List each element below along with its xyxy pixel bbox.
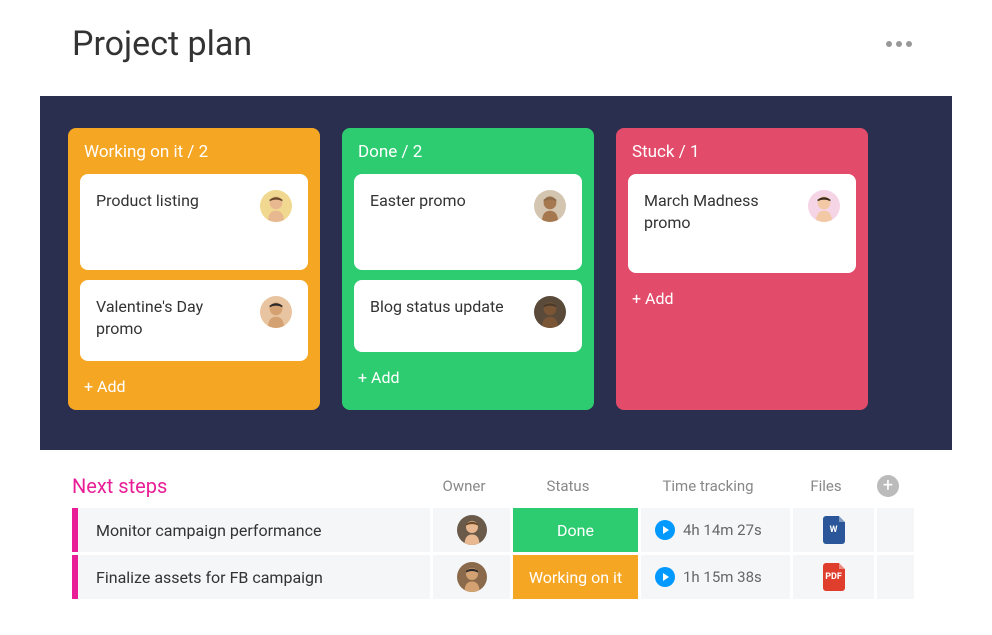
cell-files[interactable]: W: [793, 508, 874, 552]
avatar[interactable]: [260, 190, 292, 222]
table-header-row: Next steps Owner Status Time tracking Fi…: [72, 474, 948, 498]
card-title: Blog status update: [370, 296, 522, 318]
avatar: [457, 515, 487, 545]
avatar[interactable]: [260, 296, 292, 328]
cell-empty: [877, 555, 914, 599]
column-header-add: +: [868, 475, 908, 497]
pdf-file-icon: PDF: [823, 563, 845, 591]
cell-empty: [877, 508, 914, 552]
more-menu-button[interactable]: [878, 33, 920, 55]
avatar[interactable]: [808, 190, 840, 222]
play-icon[interactable]: [655, 567, 675, 587]
more-icon: [896, 41, 902, 47]
card-title: March Madness promo: [644, 190, 796, 233]
column-header[interactable]: Done / 2: [354, 142, 582, 164]
word-file-icon: W: [823, 516, 845, 544]
page-title: Project plan: [72, 24, 252, 64]
card-title: Valentine's Day promo: [96, 296, 248, 339]
kanban-column-yellow: Working on it / 2 Product listing Valenti…: [68, 128, 320, 410]
kanban-column-red: Stuck / 1 March Madness promo + Add: [616, 128, 868, 410]
cell-status[interactable]: Done: [513, 508, 638, 552]
column-header-files[interactable]: Files: [784, 477, 868, 495]
add-card-button[interactable]: + Add: [80, 371, 308, 398]
row-name[interactable]: Monitor campaign performance: [78, 508, 430, 552]
kanban-card[interactable]: Valentine's Day promo: [80, 280, 308, 361]
cell-files[interactable]: PDF: [793, 555, 874, 599]
column-header-status[interactable]: Status: [504, 477, 632, 495]
kanban-card[interactable]: March Madness promo: [628, 174, 856, 273]
more-icon: [886, 41, 892, 47]
column-header-owner[interactable]: Owner: [424, 477, 504, 495]
time-value: 1h 15m 38s: [683, 568, 762, 586]
avatar: [457, 562, 487, 592]
play-icon[interactable]: [655, 520, 675, 540]
table-row[interactable]: Monitor campaign performance Done 4h 14m …: [72, 508, 948, 552]
cell-owner[interactable]: [433, 508, 510, 552]
next-steps-table: Next steps Owner Status Time tracking Fi…: [0, 450, 992, 599]
cell-status[interactable]: Working on it: [513, 555, 638, 599]
cell-time-tracking[interactable]: 4h 14m 27s: [641, 508, 790, 552]
time-value: 4h 14m 27s: [683, 521, 762, 539]
cell-owner[interactable]: [433, 555, 510, 599]
kanban-column-green: Done / 2Easter promo Blog status update …: [342, 128, 594, 410]
kanban-card[interactable]: Product listing: [80, 174, 308, 270]
table-row[interactable]: Finalize assets for FB campaign Working …: [72, 555, 948, 599]
avatar[interactable]: [534, 190, 566, 222]
add-column-button[interactable]: +: [877, 475, 899, 497]
kanban-card[interactable]: Blog status update: [354, 280, 582, 352]
group-title[interactable]: Next steps: [72, 474, 424, 498]
more-icon: [906, 41, 912, 47]
add-card-button[interactable]: + Add: [354, 362, 582, 389]
kanban-board: Working on it / 2 Product listing Valenti…: [40, 96, 952, 450]
card-title: Product listing: [96, 190, 248, 212]
avatar[interactable]: [534, 296, 566, 328]
cell-time-tracking[interactable]: 1h 15m 38s: [641, 555, 790, 599]
column-header-time[interactable]: Time tracking: [632, 477, 784, 495]
row-name[interactable]: Finalize assets for FB campaign: [78, 555, 430, 599]
column-header[interactable]: Working on it / 2: [80, 142, 308, 164]
card-title: Easter promo: [370, 190, 522, 212]
kanban-card[interactable]: Easter promo: [354, 174, 582, 270]
add-card-button[interactable]: + Add: [628, 283, 856, 310]
column-header[interactable]: Stuck / 1: [628, 142, 856, 164]
